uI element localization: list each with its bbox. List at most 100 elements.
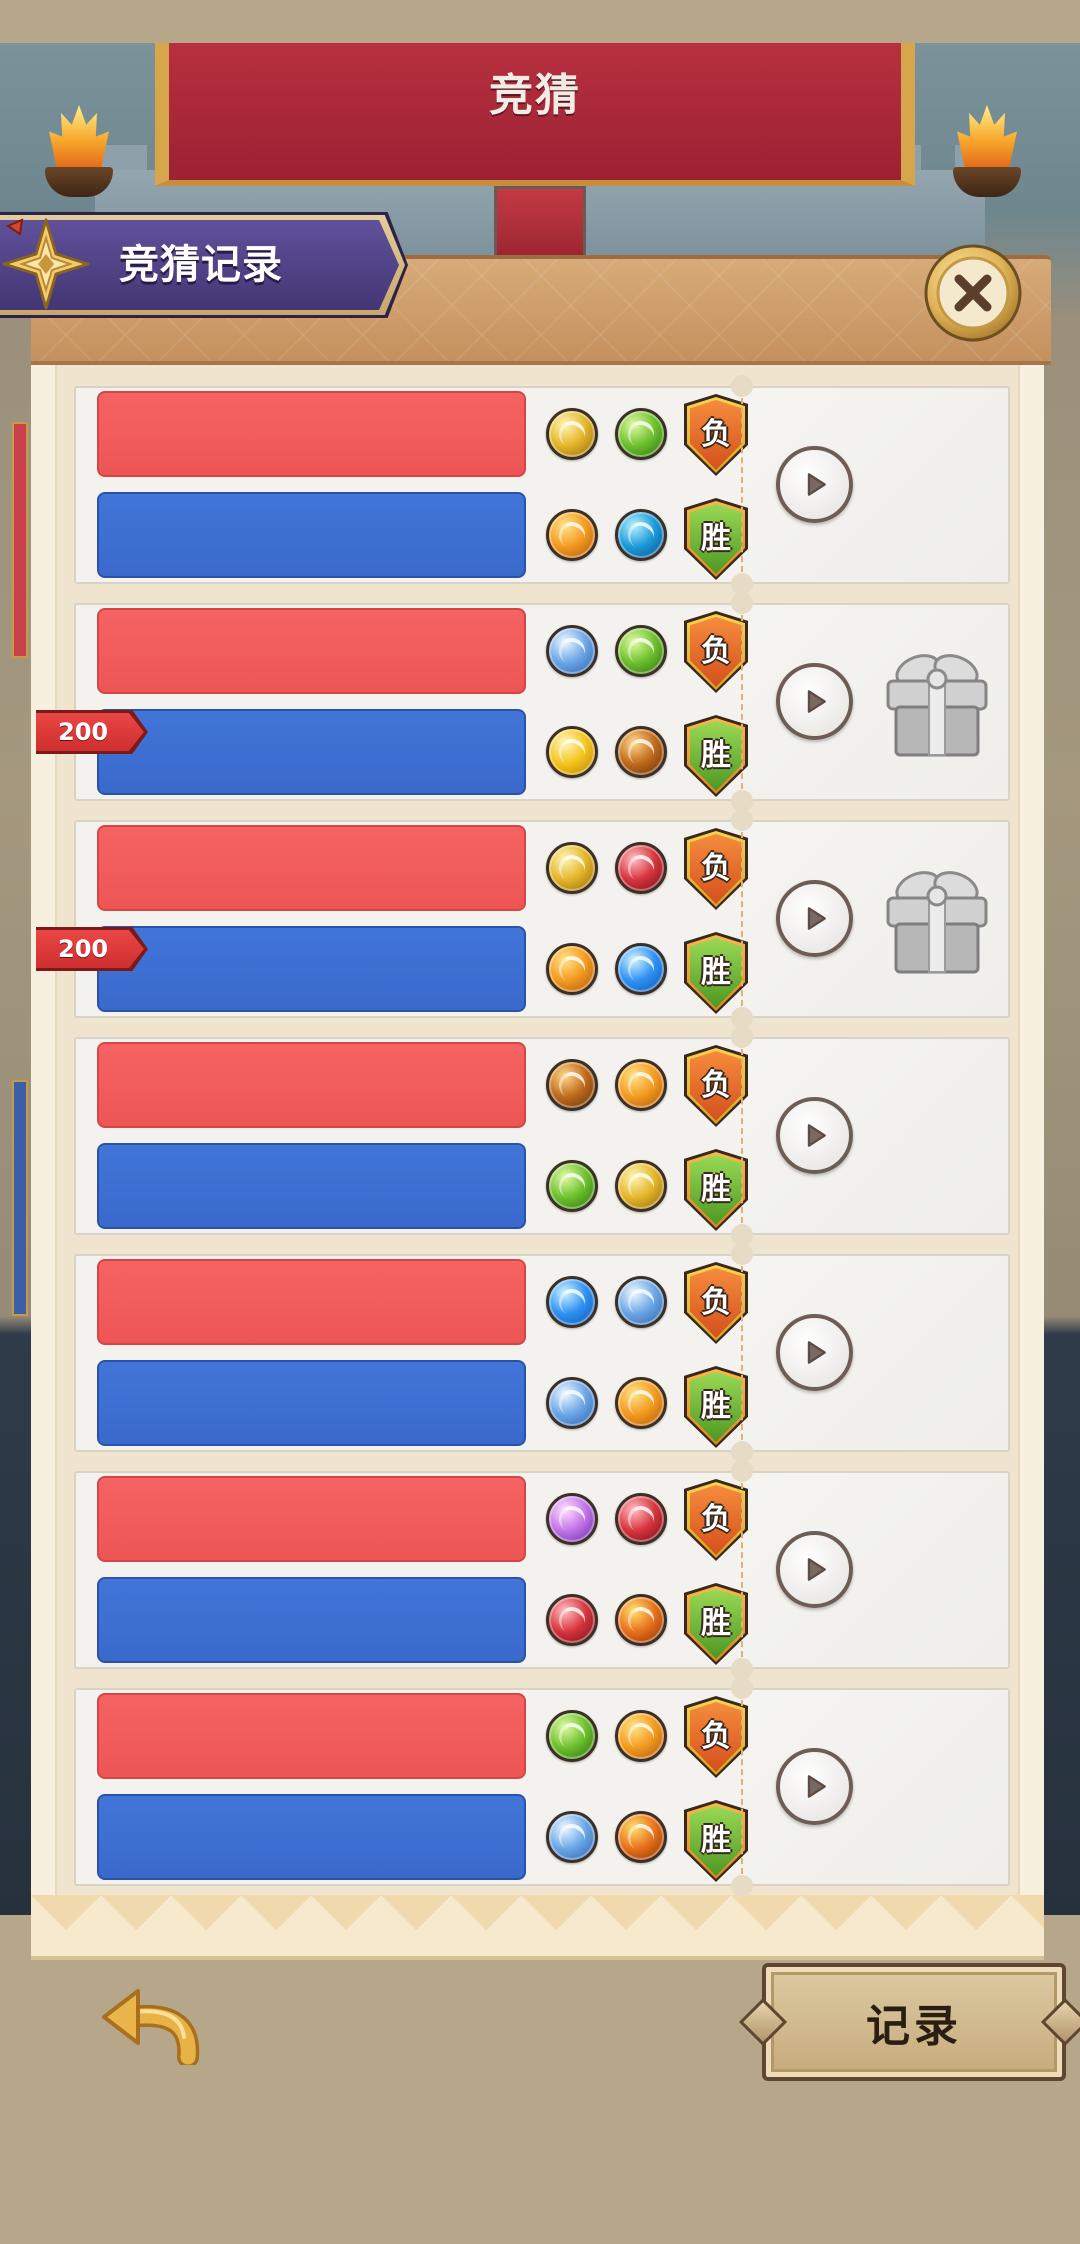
green-element-icon: [546, 1160, 598, 1212]
blue-team-bar: [97, 492, 526, 578]
back-arrow-icon: [102, 1989, 200, 2068]
brown-element-icon: [615, 726, 667, 778]
loss-badge: 负: [684, 1262, 748, 1344]
ticket-notch: [731, 1677, 753, 1699]
left-torch-icon: [39, 105, 119, 205]
ticket-divider: [741, 615, 743, 789]
bet-amount: 200: [58, 935, 109, 963]
fire-element-icon: [615, 1811, 667, 1863]
result-label: 负: [701, 634, 731, 669]
ticket-divider: [741, 1266, 743, 1440]
blue-element-icon: [546, 1276, 598, 1328]
loss-badge: 负: [684, 828, 748, 910]
result-label: 胜: [701, 1389, 731, 1424]
ticket-notch: [731, 809, 753, 831]
play-icon: [807, 907, 826, 930]
close-icon: [924, 244, 1022, 342]
panel-bottom-trim: [31, 1895, 1044, 1960]
blue-element-icon: [615, 943, 667, 995]
ticket-divider: [741, 1700, 743, 1874]
ticket-divider: [741, 1483, 743, 1657]
title-banner: 竞猜: [155, 43, 915, 186]
record-row: 负胜: [74, 375, 1010, 595]
replay-button[interactable]: [776, 1097, 853, 1174]
play-icon: [807, 1775, 826, 1798]
replay-button[interactable]: [776, 1748, 853, 1825]
red-team-bar: [97, 1259, 526, 1345]
red-team-bar: [97, 825, 526, 911]
side-banner-red: [12, 422, 28, 658]
orange-element-icon: [615, 1377, 667, 1429]
record-button-label: 记录: [866, 2001, 962, 2052]
red-team-bar: [97, 608, 526, 694]
win-badge: 胜: [684, 1800, 748, 1882]
result-label: 负: [701, 1719, 731, 1754]
ice-element-icon: [546, 1377, 598, 1429]
orange-element-icon: [546, 509, 598, 561]
record-row: 负胜: [74, 1026, 1010, 1246]
gift-box-icon[interactable]: [880, 641, 994, 759]
red-element-icon: [615, 1493, 667, 1545]
gold-element-icon: [615, 1160, 667, 1212]
star-emblem-icon: [2, 218, 90, 310]
green-element-icon: [615, 408, 667, 460]
play-icon: [807, 1341, 826, 1364]
brown-element-icon: [546, 1059, 598, 1111]
red-element-icon: [546, 1594, 598, 1646]
orange-element-icon: [615, 1059, 667, 1111]
red-team-bar: [97, 391, 526, 477]
loss-badge: 负: [684, 394, 748, 476]
play-icon: [807, 1124, 826, 1147]
ticket-divider: [741, 1049, 743, 1223]
right-torch-icon: [947, 105, 1027, 205]
replay-button[interactable]: [776, 1531, 853, 1608]
replay-button[interactable]: [776, 1314, 853, 1391]
record-button[interactable]: 记录: [738, 1963, 1080, 2081]
win-badge: 胜: [684, 1583, 748, 1665]
yellow-element-icon: [546, 726, 598, 778]
ticket-notch: [731, 592, 753, 614]
page-title: 竞猜: [489, 70, 581, 121]
win-badge: 胜: [684, 1149, 748, 1231]
blue-team-bar: [97, 1577, 526, 1663]
ice-element-icon: [546, 625, 598, 677]
replay-button[interactable]: [776, 663, 853, 740]
red-element-icon: [615, 842, 667, 894]
blue-team-bar: [97, 709, 526, 795]
bet-amount-tag: 200: [36, 927, 148, 971]
gift-box-icon[interactable]: [880, 858, 994, 976]
result-label: 负: [701, 1285, 731, 1320]
win-badge: 胜: [684, 932, 748, 1014]
result-label: 胜: [701, 738, 731, 773]
back-button[interactable]: [100, 1985, 205, 2068]
record-row: 负胜 200: [36, 592, 1010, 812]
loss-badge: 负: [684, 611, 748, 693]
tab-label: 竞猜记录: [119, 242, 283, 288]
play-icon: [807, 473, 826, 496]
result-label: 胜: [701, 1823, 731, 1858]
ticket-divider: [741, 398, 743, 572]
win-badge: 胜: [684, 498, 748, 580]
result-label: 胜: [701, 955, 731, 990]
side-banner-blue: [12, 1080, 28, 1316]
ticket-notch: [731, 1460, 753, 1482]
result-label: 负: [701, 851, 731, 886]
record-row: 负胜 200: [36, 809, 1010, 1029]
orange-element-icon: [546, 943, 598, 995]
record-row: 负胜: [74, 1677, 1010, 1897]
play-icon: [807, 690, 826, 713]
gold-element-icon: [546, 408, 598, 460]
blue-team-bar: [97, 1360, 526, 1446]
orange-element-icon: [615, 1710, 667, 1762]
fire-element-icon: [615, 1594, 667, 1646]
replay-button[interactable]: [776, 446, 853, 523]
green-element-icon: [615, 625, 667, 677]
close-button[interactable]: [923, 243, 1023, 343]
red-team-bar: [97, 1693, 526, 1779]
loss-badge: 负: [684, 1045, 748, 1127]
result-label: 负: [701, 417, 731, 452]
teal-element-icon: [615, 509, 667, 561]
blue-team-bar: [97, 1794, 526, 1880]
result-label: 胜: [701, 521, 731, 556]
replay-button[interactable]: [776, 880, 853, 957]
